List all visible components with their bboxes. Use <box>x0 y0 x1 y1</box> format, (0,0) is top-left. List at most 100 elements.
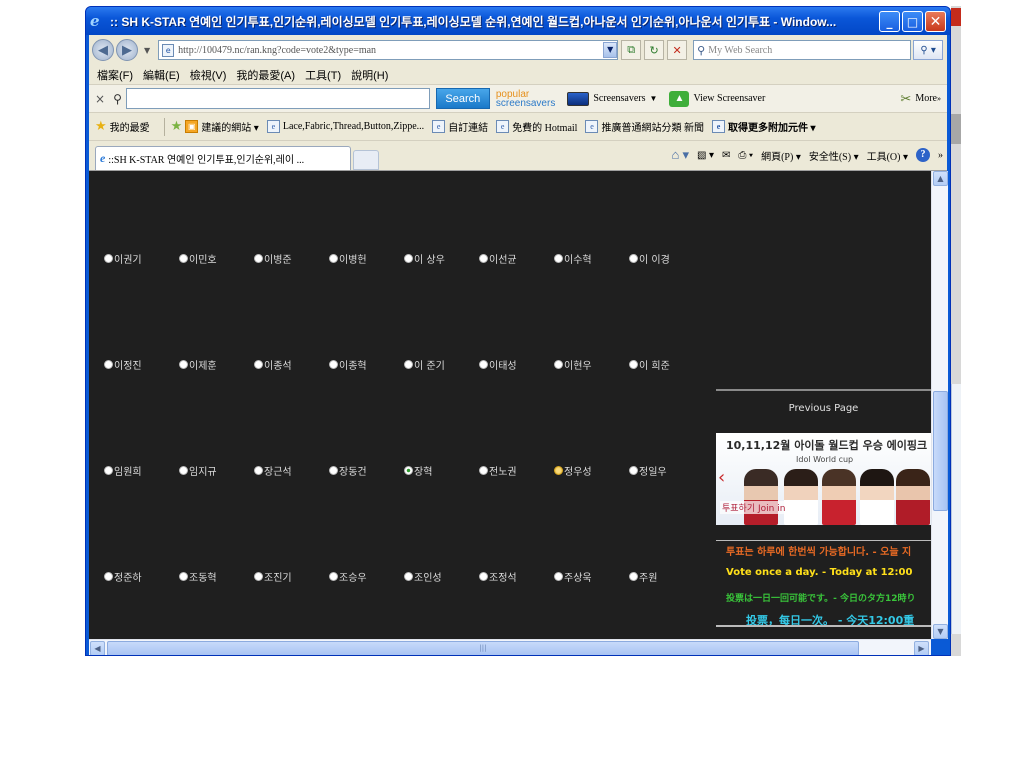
title-bar[interactable]: e :: SH K-STAR 연예인 인기투표,인기순위,레이싱모델 인기투표,… <box>86 7 950 35</box>
favorite-addons[interactable]: e 取得更多附加元件 ▾ <box>711 119 816 134</box>
home-icon[interactable]: ⌂ ▾ <box>671 147 689 163</box>
candidate-radio[interactable]: 조정석 <box>479 569 517 584</box>
radio-button[interactable] <box>629 466 638 475</box>
menu-file[interactable]: 檔案(F) <box>97 67 133 83</box>
candidate-radio[interactable]: 이현우 <box>554 357 592 372</box>
candidate-radio[interactable]: 이병준 <box>254 251 292 266</box>
menu-edit[interactable]: 編輯(E) <box>143 67 180 83</box>
compat-view-icon[interactable]: ⧉ <box>621 40 642 60</box>
add-favorites-icon[interactable]: ★ <box>171 119 183 134</box>
toolbar-more-button[interactable]: ✂ More » <box>900 91 941 107</box>
candidate-radio[interactable]: 이정진 <box>104 357 142 372</box>
mail-icon[interactable]: ✉ <box>722 150 730 161</box>
favorites-star-icon[interactable]: ★ <box>95 119 107 134</box>
radio-button[interactable] <box>179 360 188 369</box>
radio-button[interactable] <box>254 572 263 581</box>
radio-button[interactable] <box>479 466 488 475</box>
vertical-scroll-thumb[interactable] <box>933 391 948 511</box>
candidate-radio[interactable]: 장혁 <box>404 463 432 478</box>
scroll-up-icon[interactable]: ▲ <box>933 171 948 186</box>
candidate-radio[interactable]: 이 준기 <box>404 357 445 372</box>
radio-button[interactable] <box>179 466 188 475</box>
banner-vote-cta[interactable]: 투표하기 Join in <box>720 501 788 514</box>
favorite-custom-links[interactable]: e 自訂連結 <box>432 119 488 134</box>
horizontal-scroll-thumb[interactable]: ||| <box>107 641 859 655</box>
radio-button[interactable] <box>329 572 338 581</box>
web-search-go-button[interactable]: ⚲ ▾ <box>913 40 944 60</box>
radio-button[interactable] <box>329 360 338 369</box>
radio-button[interactable] <box>104 360 113 369</box>
radio-button[interactable] <box>629 254 638 263</box>
radio-button[interactable] <box>179 572 188 581</box>
toolbar-search-button[interactable]: Search <box>435 88 490 109</box>
candidate-radio[interactable]: 주원 <box>629 569 657 584</box>
radio-button[interactable] <box>104 254 113 263</box>
radio-button[interactable] <box>479 572 488 581</box>
radio-button[interactable] <box>554 466 563 475</box>
radio-button[interactable] <box>254 466 263 475</box>
candidate-radio[interactable]: 정일우 <box>629 463 667 478</box>
address-dropdown-icon[interactable]: ▼ <box>603 42 618 58</box>
candidate-radio[interactable]: 이권기 <box>104 251 142 266</box>
banner-left-arrow-icon[interactable]: ‹ <box>718 467 725 488</box>
candidate-radio[interactable]: 이제훈 <box>179 357 217 372</box>
candidate-radio[interactable]: 조인성 <box>404 569 442 584</box>
candidate-radio[interactable]: 이 희준 <box>629 357 670 372</box>
safety-menu[interactable]: 安全性(S) ▾ <box>809 148 859 163</box>
idol-worldcup-banner[interactable]: 10,11,12월 아이돌 월드컵 우승 에이핑크 Idol World cup… <box>716 433 931 525</box>
scroll-left-icon[interactable]: ◀ <box>90 641 105 655</box>
radio-button[interactable] <box>479 254 488 263</box>
radio-button[interactable] <box>179 254 188 263</box>
radio-button[interactable] <box>104 466 113 475</box>
previous-page-link[interactable]: Previous Page <box>716 403 931 414</box>
refresh-icon[interactable]: ↻ <box>644 40 665 60</box>
radio-button[interactable] <box>554 572 563 581</box>
radio-button[interactable] <box>254 254 263 263</box>
candidate-radio[interactable]: 전노권 <box>479 463 517 478</box>
candidate-radio[interactable]: 정우성 <box>554 463 592 478</box>
view-screensaver-button[interactable]: ▲ View Screensaver <box>669 90 765 107</box>
radio-button[interactable] <box>404 254 413 263</box>
candidate-radio[interactable]: 임원희 <box>104 463 142 478</box>
tab-active[interactable]: e ::SH K-STAR 연예인 인기투표,인기순위,레이 ... <box>95 146 351 170</box>
scroll-right-icon[interactable]: ▶ <box>914 641 929 655</box>
radio-button[interactable] <box>104 572 113 581</box>
favorite-lace[interactable]: e Lace,Fabric,Thread,Button,Zippe... <box>266 120 424 133</box>
minimize-button[interactable]: _ <box>879 11 900 32</box>
tools-menu[interactable]: 工具(O) ▾ <box>867 148 908 163</box>
candidate-radio[interactable]: 이병헌 <box>329 251 367 266</box>
toolbar-close-icon[interactable]: × <box>95 92 105 106</box>
print-icon[interactable]: ⎙ ▾ <box>738 150 753 161</box>
forward-button[interactable]: ▶ <box>116 39 138 61</box>
candidate-radio[interactable]: 장근석 <box>254 463 292 478</box>
favorites-label[interactable]: 我的最愛 <box>110 119 150 134</box>
address-bar[interactable]: e http://100479.nc/ran.kng?code=vote2&ty… <box>158 40 619 60</box>
candidate-radio[interactable]: 임지규 <box>179 463 217 478</box>
candidate-radio[interactable]: 주상욱 <box>554 569 592 584</box>
radio-button[interactable] <box>554 360 563 369</box>
candidate-radio[interactable]: 이선균 <box>479 251 517 266</box>
history-dropdown-icon[interactable]: ▼ <box>144 46 150 55</box>
candidate-radio[interactable]: 이 상우 <box>404 251 445 266</box>
menu-favorites[interactable]: 我的最愛(A) <box>236 67 295 83</box>
radio-button[interactable] <box>254 360 263 369</box>
radio-button[interactable] <box>629 572 638 581</box>
candidate-radio[interactable]: 조동혁 <box>179 569 217 584</box>
menu-view[interactable]: 檢視(V) <box>190 67 227 83</box>
candidate-radio[interactable]: 이민호 <box>179 251 217 266</box>
radio-button[interactable] <box>404 572 413 581</box>
candidate-radio[interactable]: 조진기 <box>254 569 292 584</box>
menu-help[interactable]: 說明(H) <box>351 67 388 83</box>
candidate-radio[interactable]: 이수혁 <box>554 251 592 266</box>
popular-screensavers-logo[interactable]: popular screensavers <box>496 89 555 108</box>
help-icon[interactable]: ? <box>916 148 930 162</box>
web-search-input[interactable]: ⚲ My Web Search <box>693 40 912 60</box>
radio-button[interactable] <box>629 360 638 369</box>
page-menu[interactable]: 網頁(P) ▾ <box>761 148 801 163</box>
favorite-news[interactable]: e 推廣普通網站分類 新聞 <box>585 119 704 134</box>
scroll-down-icon[interactable]: ▼ <box>933 624 948 639</box>
radio-button[interactable] <box>479 360 488 369</box>
new-tab-button[interactable] <box>353 150 379 170</box>
favorite-hotmail[interactable]: e 免費的 Hotmail <box>496 119 577 134</box>
radio-button[interactable] <box>404 466 413 475</box>
